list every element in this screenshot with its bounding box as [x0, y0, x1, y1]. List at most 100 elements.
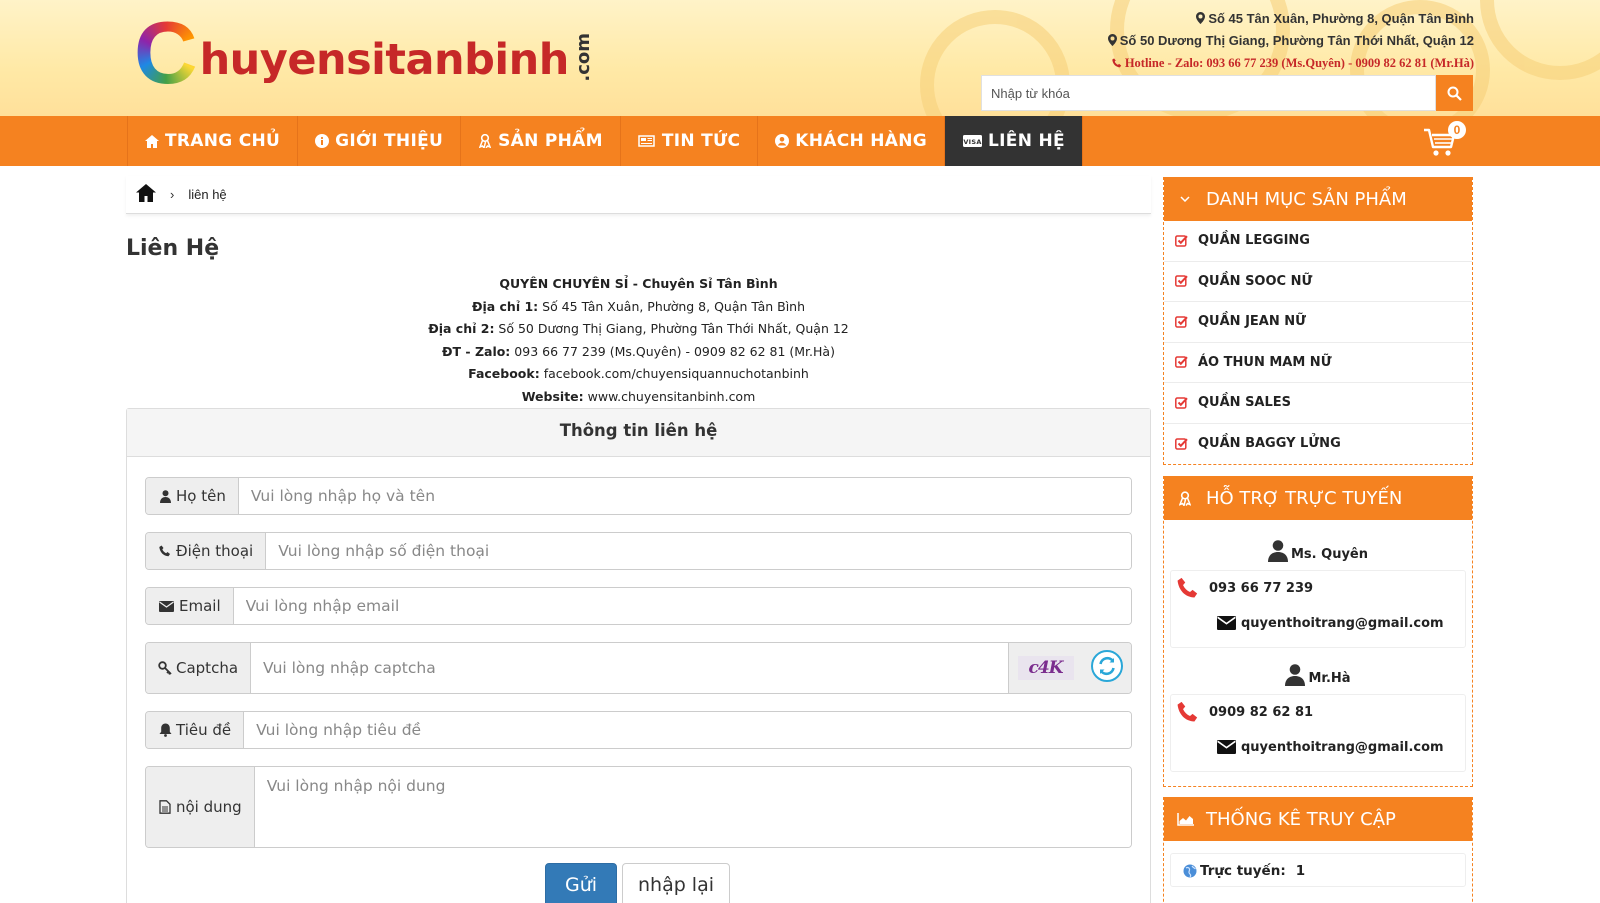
subject-field-group: Tiêu đề — [145, 711, 1132, 749]
chevron-down-icon — [1164, 196, 1206, 202]
phone-icon — [158, 544, 172, 558]
email-field-label: Email — [146, 588, 234, 624]
phone-icon — [1112, 58, 1121, 68]
email-input[interactable] — [233, 588, 1131, 624]
nav-item-home[interactable]: TRANG CHỦ — [127, 116, 297, 166]
map-marker-icon — [1196, 12, 1206, 24]
breadcrumb: › liên hệ — [126, 176, 1151, 214]
content-field-group: nội dung — [145, 766, 1132, 848]
header-address-1: Số 45 Tân Xuân, Phường 8, Quận Tân Bình — [1196, 11, 1474, 26]
name-field-group: Họ tên — [145, 477, 1132, 515]
support-header: HỖ TRỢ TRỰC TUYẾN — [1164, 476, 1472, 520]
search-icon — [1447, 86, 1462, 101]
visitor-stats-box: THỐNG KÊ TRUY CẬP Trực tuyến: 1 — [1163, 797, 1473, 903]
category-item[interactable]: QUẦN LEGGING — [1164, 221, 1472, 262]
subject-field-label: Tiêu đề — [146, 712, 245, 748]
nav-item-customers[interactable]: KHÁCH HÀNG — [757, 116, 944, 166]
info-address-1: Địa chỉ 1: Số 45 Tân Xuân, Phường 8, Quậ… — [471, 298, 806, 314]
refresh-icon[interactable] — [1090, 649, 1123, 687]
contact-info: QUYÊN CHUYÊN SỈ - Chuyên Sỉ Tân Bình Địa… — [126, 273, 1151, 408]
page-title: Liên Hệ — [126, 236, 220, 261]
search-bar — [981, 75, 1473, 111]
supporter-email[interactable]: quyenthoitrang@gmail.com — [1171, 605, 1465, 641]
nav-item-about[interactable]: GIỚI THIỆU — [297, 116, 460, 166]
document-icon — [158, 800, 172, 814]
name-input[interactable] — [238, 478, 1131, 514]
ribbon-icon — [1164, 490, 1206, 506]
envelope-icon — [1217, 740, 1236, 754]
form-heading: Thông tin liên hệ — [127, 409, 1150, 457]
name-field-label: Họ tên — [146, 478, 239, 514]
info-icon — [315, 134, 330, 148]
content-field-label: nội dung — [146, 767, 255, 847]
site-logo[interactable]: C huyensitanbinh .com — [134, 9, 594, 97]
user-icon — [158, 489, 172, 503]
captcha-box: c4K — [1008, 643, 1131, 693]
header-address-2: Số 50 Dương Thị Giang, Phường Tân Thới N… — [1107, 33, 1474, 48]
globe-icon — [1183, 864, 1197, 878]
phone-field-group: Điện thoại — [145, 532, 1132, 570]
supporter-card: 093 66 77 239 quyenthoitrang@gmail.com — [1170, 570, 1466, 648]
nav-item-products[interactable]: SẢN PHẨM — [460, 116, 620, 166]
visa-card-icon: VISA — [962, 134, 982, 148]
user-icon — [1285, 664, 1306, 686]
area-chart-icon — [1164, 812, 1206, 826]
captcha-field-label: Captcha — [146, 643, 252, 693]
envelope-icon — [158, 599, 175, 613]
user-icon — [1268, 540, 1288, 562]
contact-form-panel: Thông tin liên hệ Họ tên Điện thoại Emai… — [126, 408, 1151, 903]
reset-button[interactable]: nhập lại — [622, 863, 730, 903]
online-count: Trực tuyến: 1 — [1171, 854, 1465, 888]
category-item[interactable]: ÁO THUN MAM NỮ — [1164, 343, 1472, 383]
phone-input[interactable] — [266, 533, 1131, 569]
svg-text:VISA: VISA — [963, 138, 981, 146]
cart-count-badge: 0 — [1448, 121, 1466, 139]
phone-field-label: Điện thoại — [146, 533, 267, 569]
category-item[interactable]: QUẦN SALES — [1164, 383, 1472, 424]
checkbox-checked-icon — [1175, 437, 1189, 451]
subject-input[interactable] — [244, 712, 1131, 748]
newspaper-icon — [638, 134, 656, 148]
envelope-icon — [1217, 616, 1236, 630]
captcha-input[interactable] — [251, 643, 1008, 693]
captcha-field-group: Captcha c4K — [145, 642, 1132, 694]
category-item[interactable]: QUẦN BAGGY LỬNG — [1164, 424, 1472, 465]
email-field-group: Email — [145, 587, 1132, 625]
supporter-email[interactable]: quyenthoitrang@gmail.com — [1171, 729, 1465, 765]
bell-icon — [158, 723, 172, 737]
nav-item-news[interactable]: TIN TỨC — [619, 116, 757, 166]
search-button[interactable] — [1436, 75, 1473, 111]
main-nav: TRANG CHỦ GIỚI THIỆU SẢN PHẨM TIN TỨC KH… — [0, 116, 1600, 166]
supporter-name: Ms. Quyên — [1164, 520, 1472, 564]
online-support-box: HỖ TRỢ TRỰC TUYẾN Ms. Quyên 093 66 77 23… — [1163, 476, 1473, 787]
supporter-card: 0909 82 62 81 quyenthoitrang@gmail.com — [1170, 694, 1466, 772]
info-address-2: Địa chỉ 2: Số 50 Dương Thị Giang, Phường… — [428, 321, 849, 336]
content-textarea[interactable] — [254, 767, 1131, 847]
supporter-phone[interactable]: 0909 82 62 81 — [1171, 695, 1465, 729]
category-item[interactable]: QUẦN SOOC NỮ — [1164, 262, 1472, 302]
supporter-name: Mr.Hà — [1164, 648, 1472, 688]
captcha-image: c4K — [1017, 656, 1074, 680]
supporter-phone[interactable]: 093 66 77 239 — [1171, 571, 1465, 605]
shopping-cart-button[interactable]: 0 — [1423, 120, 1467, 160]
categories-header: DANH MỤC SẢN PHẨM — [1164, 177, 1472, 221]
chevron-right-icon: › — [170, 187, 175, 202]
submit-button[interactable]: Gửi — [545, 863, 617, 903]
product-categories-box: DANH MỤC SẢN PHẨM QUẦN LEGGING QUẦN SOOC… — [1163, 177, 1473, 465]
header-hotline: Hotline - Zalo: 093 66 77 239 (Ms.Quyên)… — [1112, 56, 1474, 71]
nav-item-contact[interactable]: VISA LIÊN HỆ — [944, 116, 1083, 166]
checkbox-checked-icon — [1175, 315, 1189, 329]
stats-header: THỐNG KÊ TRUY CẬP — [1164, 797, 1472, 841]
checkbox-checked-icon — [1175, 274, 1189, 288]
search-input[interactable] — [981, 75, 1436, 111]
site-header: C huyensitanbinh .com Số 45 Tân Xuân, Ph… — [0, 0, 1600, 116]
category-item[interactable]: QUẦN JEAN NỮ — [1164, 302, 1472, 343]
info-facebook: Facebook: facebook.com/chuyensiquannucho… — [468, 366, 809, 381]
breadcrumb-home-icon[interactable] — [136, 184, 156, 205]
breadcrumb-current: liên hệ — [188, 187, 227, 202]
checkbox-checked-icon — [1175, 355, 1189, 369]
company-name: QUYÊN CHUYÊN SỈ - Chuyên Sỉ Tân Bình — [499, 276, 778, 291]
user-circle-icon — [775, 134, 790, 148]
phone-icon — [1177, 577, 1198, 598]
checkbox-checked-icon — [1175, 396, 1189, 410]
